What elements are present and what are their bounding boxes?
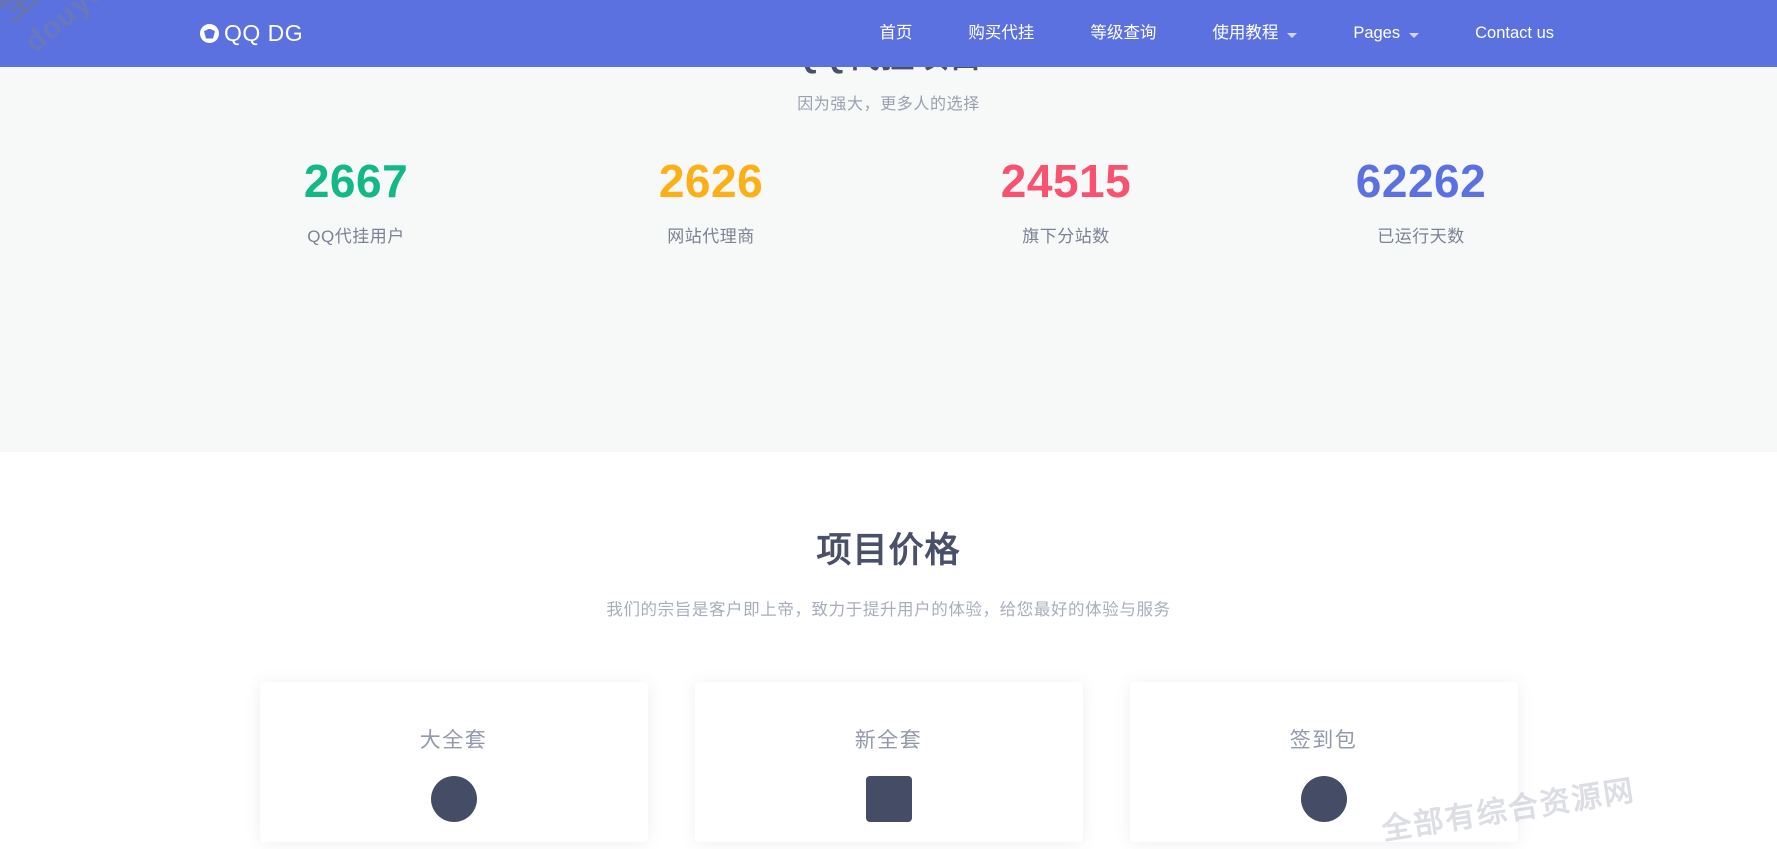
stat-label: 网站代理商 <box>667 227 755 247</box>
paper-plane-circle-icon <box>200 24 219 43</box>
stat-value: 24515 <box>1000 154 1132 207</box>
stat-value: 2667 <box>303 154 409 207</box>
pricing-card-xin-quan-tao[interactable]: 新全套 <box>694 682 1083 842</box>
chevron-down-icon <box>1409 32 1420 38</box>
nav-item-label: 购买代挂 <box>968 24 1035 42</box>
stat-label: 已运行天数 <box>1377 227 1465 247</box>
stat-value: 62262 <box>1355 154 1487 207</box>
nav-item-buy-service[interactable]: 购买代挂 <box>940 0 1062 67</box>
pricing-title: 项目价格 <box>816 531 961 570</box>
site-header: QQ DG 首页 购买代挂 等级查询 使用教程 Pages Contact us <box>0 0 1777 67</box>
nav-item-pages[interactable]: Pages <box>1325 0 1447 67</box>
chevron-down-icon <box>1287 32 1298 38</box>
pricing-header: 项目价格 我们的宗旨是客户即上帝，致力于提升用户的体验，给您最好的体验与服务 <box>0 452 1777 620</box>
nav-item-label: Pages <box>1353 24 1401 42</box>
pricing-cards-row: 大全套 新全套 签到包 <box>0 682 1777 842</box>
stats-row: 2667 QQ代挂用户 2626 网站代理商 24515 旗下分站数 62262… <box>0 154 1777 248</box>
square-icon <box>865 776 912 822</box>
brand-logo[interactable]: QQ DG <box>200 22 303 45</box>
brand-text: QQ DG <box>224 20 304 46</box>
nav-item-home[interactable]: 首页 <box>851 0 940 67</box>
pricing-subtitle: 我们的宗旨是客户即上帝，致力于提升用户的体验，给您最好的体验与服务 <box>606 601 1171 619</box>
pricing-card-title: 新全套 <box>854 729 923 752</box>
stat-item-days-running: 62262 已运行天数 <box>1244 154 1599 248</box>
pricing-card-da-quan-tao[interactable]: 大全套 <box>259 682 648 842</box>
stat-label: QQ代挂用户 <box>307 227 405 247</box>
nav-item-level-query[interactable]: 等级查询 <box>1062 0 1184 67</box>
pricing-card-title: 大全套 <box>419 729 488 752</box>
stats-section: QQ代挂项目 因为强大，更多人的选择 2667 QQ代挂用户 2626 网站代理… <box>0 0 1777 452</box>
stat-value: 2626 <box>658 154 764 207</box>
nav-item-contact-us[interactable]: Contact us <box>1447 0 1582 67</box>
stat-item-agents: 2626 网站代理商 <box>534 154 889 248</box>
stat-item-substations: 24515 旗下分站数 <box>889 154 1244 248</box>
pricing-card-title: 签到包 <box>1289 729 1358 752</box>
nav-item-label: Contact us <box>1475 24 1554 42</box>
nav-item-label: 等级查询 <box>1090 24 1157 42</box>
stat-item-qq-users: 2667 QQ代挂用户 <box>179 154 534 248</box>
stats-subtitle: 因为强大，更多人的选择 <box>797 95 980 113</box>
pricing-card-qian-dao-bao[interactable]: 签到包 <box>1129 682 1518 842</box>
main-nav: 首页 购买代挂 等级查询 使用教程 Pages Contact us <box>851 0 1582 67</box>
pricing-section: 项目价格 我们的宗旨是客户即上帝，致力于提升用户的体验，给您最好的体验与服务 大… <box>0 452 1777 849</box>
nav-item-label: 使用教程 <box>1212 24 1279 42</box>
circle-icon <box>1300 776 1347 822</box>
circle-icon <box>430 776 477 822</box>
stat-label: 旗下分站数 <box>1022 227 1110 247</box>
nav-item-label: 首页 <box>879 24 913 42</box>
nav-item-tutorials[interactable]: 使用教程 <box>1184 0 1325 67</box>
